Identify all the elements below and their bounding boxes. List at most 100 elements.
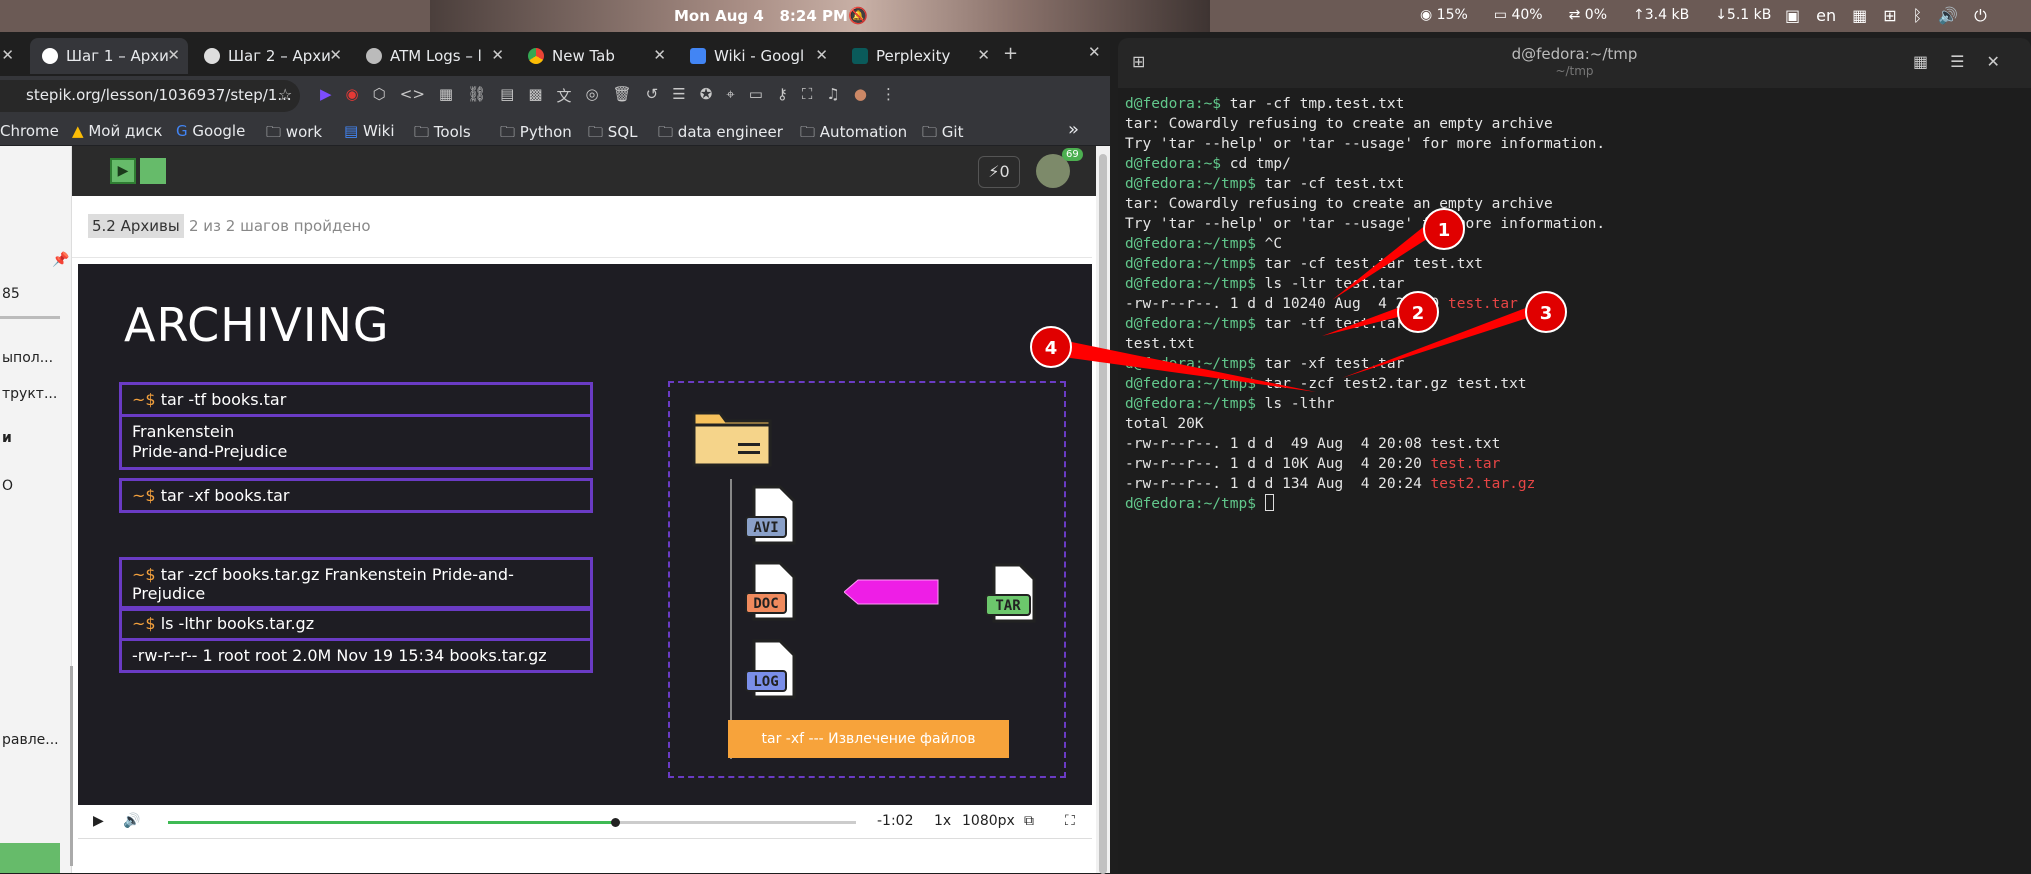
- sidebar-item-3[interactable]: и: [2, 430, 12, 446]
- close-icon[interactable]: ✕: [1986, 52, 1999, 71]
- sidebar-item-2[interactable]: трукт...: [2, 386, 57, 402]
- clipboard-icon[interactable]: ▣: [1785, 6, 1800, 26]
- video-progress-knob[interactable]: [611, 818, 621, 827]
- close-icon[interactable]: ✕: [329, 46, 342, 64]
- tab-label: Шаг 2 – Архи: [228, 47, 331, 65]
- clock[interactable]: Mon Aug 4 8:24 PM: [674, 7, 848, 25]
- translate-icon[interactable]: 文: [557, 85, 572, 106]
- location-icon[interactable]: ⌖: [726, 85, 734, 106]
- tab-atm-logs[interactable]: ATM Logs – l ✕: [354, 38, 512, 74]
- command-box-zcf: ~$ tar -zcf books.tar.gz Frankenstein Pr…: [119, 557, 593, 611]
- bookmark-python[interactable]: 🗀 Python: [500, 122, 572, 147]
- sidebar-item-1[interactable]: ыпол...: [2, 350, 53, 366]
- menu-icon[interactable]: ⋮: [881, 85, 896, 106]
- bookmark-sql[interactable]: 🗀 SQL: [588, 122, 637, 147]
- history-icon[interactable]: ↺: [646, 85, 659, 106]
- close-icon[interactable]: ✕: [1, 46, 14, 64]
- stepik-favicon-icon: [42, 48, 58, 64]
- step-video-icon[interactable]: ▶: [110, 158, 136, 184]
- volume-icon[interactable]: 🔊: [1938, 6, 1958, 26]
- tab-new-tab[interactable]: New Tab ✕: [516, 38, 674, 74]
- notes-icon[interactable]: ☰: [672, 85, 685, 106]
- address-bar[interactable]: stepik.org/lesson/1036937/step/1...: [0, 80, 300, 112]
- sidebar-next-button[interactable]: [0, 843, 60, 873]
- bookmark-chrome[interactable]: Chrome: [0, 122, 59, 140]
- points-counter[interactable]: ⚡0: [978, 156, 1020, 188]
- notifications-off-icon[interactable]: 🔕: [848, 6, 868, 25]
- system-monitor[interactable]: ◉ 15% ▭ 40% ⇄ 0% ↑3.4 kB ↓5.1 kB: [1420, 7, 1771, 23]
- code-icon[interactable]: <>: [400, 85, 425, 106]
- incognito-icon[interactable]: ⛶: [802, 85, 813, 106]
- close-icon[interactable]: ✕: [815, 46, 828, 64]
- bookmark-git[interactable]: 🗀 Git: [922, 122, 963, 147]
- key-icon[interactable]: ⚷: [777, 85, 788, 106]
- sidebar-scrollbar[interactable]: [70, 666, 73, 866]
- trash-icon[interactable]: 🗑: [613, 85, 632, 106]
- bookmark-my-drive[interactable]: ▲ Мой диск: [72, 122, 162, 140]
- bookmark-tools[interactable]: 🗀 Tools: [414, 122, 471, 147]
- play-icon[interactable]: ▶: [93, 813, 104, 829]
- profile-avatar[interactable]: ●: [854, 85, 867, 106]
- workspaces-icon[interactable]: ▦: [1852, 6, 1867, 26]
- close-icon[interactable]: ✕: [491, 46, 504, 64]
- more-bookmarks-icon[interactable]: »: [1068, 119, 1079, 140]
- screenshot-icon[interactable]: ◎: [586, 85, 599, 106]
- section-title[interactable]: 5.2 Архивы: [88, 214, 184, 238]
- network-icon[interactable]: ⊞: [1883, 6, 1896, 26]
- shell-prompt: d@fedora:~/tmp$: [1125, 496, 1256, 512]
- tab-step2[interactable]: Шаг 2 – Архи ✕: [192, 38, 350, 74]
- pin-icon[interactable]: 📌: [52, 252, 69, 268]
- bookmark-star-icon[interactable]: ☆: [278, 85, 292, 104]
- bookmark-work[interactable]: 🗀 work: [266, 122, 322, 147]
- tab-step1[interactable]: Шаг 1 – Архи ✕: [30, 38, 188, 74]
- tabs-overview-icon[interactable]: ▦: [1913, 52, 1928, 71]
- sidebar-progress: [0, 316, 60, 319]
- close-icon[interactable]: ✕: [167, 46, 180, 64]
- tab-wiki[interactable]: Wiki - Googl ✕: [678, 38, 836, 74]
- shell-prompt: d@fedora:~/tmp$: [1125, 356, 1256, 372]
- time-remaining: -1:02: [877, 813, 914, 829]
- scrollbar-thumb[interactable]: [1099, 154, 1107, 874]
- volume-icon[interactable]: 🔊: [123, 813, 140, 829]
- close-icon[interactable]: ✕: [977, 46, 990, 64]
- extension-target-icon[interactable]: ◉: [346, 85, 359, 106]
- close-icon[interactable]: ✕: [653, 46, 666, 64]
- bookmark-google[interactable]: G Google: [176, 122, 245, 140]
- reader-icon[interactable]: ▤: [500, 85, 514, 106]
- table-icon[interactable]: ▦: [439, 85, 453, 106]
- step-square[interactable]: [140, 158, 166, 184]
- media-icon[interactable]: ♫: [826, 85, 839, 106]
- sidebar-item-5[interactable]: равле...: [2, 732, 59, 748]
- keyboard-layout[interactable]: en: [1816, 6, 1836, 26]
- power-icon[interactable]: ⏻: [1974, 6, 1987, 26]
- new-tab-button[interactable]: +: [1003, 43, 1018, 64]
- tab-label: New Tab: [552, 47, 615, 65]
- hamburger-menu-icon[interactable]: ☰: [1950, 52, 1964, 71]
- page-scrollbar[interactable]: [1096, 146, 1110, 874]
- quality-button[interactable]: 1080px: [962, 813, 1015, 829]
- link-icon[interactable]: ⛓: [467, 85, 486, 106]
- card-icon[interactable]: ▭: [749, 85, 763, 106]
- drive-icon: ▲: [72, 122, 84, 140]
- terminal-output[interactable]: d@fedora:~$ tar -cf tmp.test.txt tar: Cow…: [1125, 94, 1605, 514]
- extension-puzzle-icon[interactable]: ⬡: [373, 85, 386, 106]
- shell-prompt: d@fedora:~/tmp$: [1125, 176, 1256, 192]
- qr-icon[interactable]: ▩: [528, 85, 542, 106]
- bookmark-wiki[interactable]: ▤ Wiki: [344, 122, 395, 140]
- video-progress-bar[interactable]: [168, 818, 856, 827]
- video-player[interactable]: ARCHIVING ~$ tar -tf books.tar Frankenst…: [78, 264, 1092, 805]
- bookmark-data-engineer[interactable]: 🗀 data engineer: [658, 122, 783, 147]
- tab-close-partial[interactable]: ✕: [0, 38, 22, 74]
- sidebar-item-4[interactable]: О: [2, 478, 13, 494]
- award-icon[interactable]: ✪: [700, 85, 713, 106]
- pip-icon[interactable]: ⧉: [1024, 813, 1034, 829]
- bookmark-automation[interactable]: 🗀 Automation: [800, 122, 907, 147]
- fullscreen-icon[interactable]: ⛶: [1065, 813, 1075, 829]
- terminal-text: tar: Cowardly refusing to create an empt…: [1125, 116, 1553, 132]
- tab-perplexity[interactable]: Perplexity ✕: [840, 38, 998, 74]
- extract-arrow-icon: [844, 579, 939, 605]
- bluetooth-icon[interactable]: ᛒ: [1913, 6, 1923, 26]
- extension-play-icon[interactable]: ▶: [320, 85, 332, 106]
- speed-button[interactable]: 1x: [934, 813, 951, 829]
- window-close-button[interactable]: ✕: [1088, 43, 1101, 61]
